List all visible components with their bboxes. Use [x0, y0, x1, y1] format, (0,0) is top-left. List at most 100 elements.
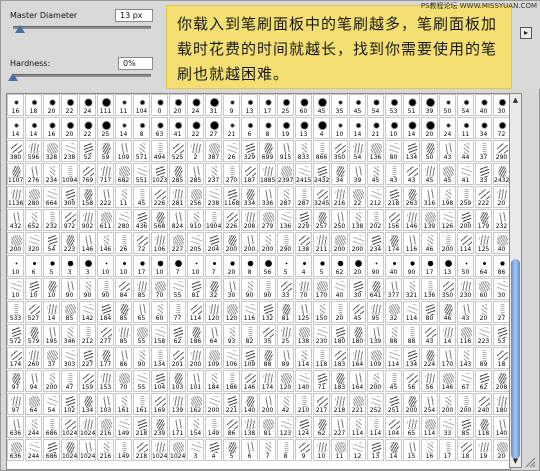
brush-preset[interactable]: 300 [61, 186, 78, 208]
brush-preset[interactable]: 56 [421, 370, 438, 392]
brush-preset[interactable]: 81 [187, 278, 204, 300]
brush-preset[interactable]: 164 [349, 347, 366, 369]
brush-preset[interactable]: 9 [295, 439, 312, 461]
resize-grip-icon[interactable] [524, 456, 536, 468]
brush-preset[interactable]: 44 [457, 140, 474, 162]
brush-preset[interactable]: 143 [457, 347, 474, 369]
brush-preset[interactable]: 62 [313, 416, 330, 438]
brush-preset[interactable]: 290 [277, 232, 294, 254]
brush-preset[interactable]: 60 [475, 278, 492, 300]
brush-preset[interactable]: 17 [133, 255, 150, 277]
brush-preset[interactable]: 114 [457, 232, 474, 254]
brush-preset[interactable]: 97 [7, 393, 24, 415]
brush-preset[interactable]: 11 [115, 94, 132, 116]
brush-preset[interactable]: 114 [385, 347, 402, 369]
brush-preset[interactable]: 380 [7, 140, 24, 162]
brush-preset[interactable]: 134 [151, 347, 168, 369]
brush-preset[interactable]: 85 [133, 278, 150, 300]
brush-preset[interactable]: 171 [169, 416, 186, 438]
brush-preset[interactable]: 120 [205, 301, 222, 323]
brush-preset[interactable]: 186 [223, 370, 240, 392]
brush-preset[interactable]: 10 [7, 255, 24, 277]
brush-preset[interactable]: 8 [241, 255, 258, 277]
brush-preset[interactable]: 257 [313, 209, 330, 231]
brush-preset[interactable]: 525 [169, 140, 186, 162]
brush-preset[interactable]: 24 [187, 94, 204, 116]
brush-preset[interactable]: 34 [331, 163, 348, 185]
brush-preset[interactable]: 17 [421, 255, 438, 277]
brush-preset[interactable]: 89 [475, 347, 492, 369]
brush-preset[interactable]: 533 [7, 301, 24, 323]
brush-preset[interactable]: 162 [187, 393, 204, 415]
brush-preset[interactable]: 686 [43, 439, 60, 461]
brush-preset[interactable]: 200 [403, 393, 420, 415]
brush-preset[interactable]: 579 [25, 324, 42, 346]
brush-preset[interactable]: 52 [79, 140, 96, 162]
brush-preset[interactable]: 276 [25, 163, 42, 185]
brush-preset[interactable]: 350 [331, 140, 348, 162]
brush-preset[interactable]: 186 [187, 324, 204, 346]
brush-preset[interactable]: 1107 [7, 163, 24, 185]
brush-preset[interactable]: 161 [115, 393, 132, 415]
brush-preset[interactable]: 10 [97, 255, 114, 277]
scroll-down-arrow-icon[interactable]: ▼ [511, 456, 520, 466]
brush-preset[interactable]: 1023 [151, 163, 168, 185]
brush-preset[interactable]: 611 [97, 209, 114, 231]
brush-preset[interactable]: 229 [295, 209, 312, 231]
brush-preset[interactable]: 2 [187, 140, 204, 162]
brush-preset[interactable]: 138 [295, 324, 312, 346]
brush-preset[interactable]: 62 [169, 324, 186, 346]
brush-preset[interactable]: 10 [385, 117, 402, 139]
brush-preset[interactable]: 202 [367, 209, 384, 231]
brush-preset[interactable]: 140 [493, 416, 510, 438]
brush-preset[interactable]: 227 [169, 232, 186, 254]
brush-preset[interactable]: 90 [133, 347, 150, 369]
brush-preset[interactable]: 216 [97, 439, 114, 461]
brush-preset[interactable]: 17 [439, 439, 456, 461]
brush-preset[interactable]: 281 [169, 186, 186, 208]
brush-preset[interactable]: 19 [475, 439, 492, 461]
brush-preset[interactable]: 64 [475, 255, 492, 277]
brush-preset[interactable]: 53 [385, 94, 402, 116]
brush-preset[interactable]: 43 [403, 163, 420, 185]
brush-preset[interactable]: 53 [493, 324, 510, 346]
brush-preset[interactable]: 5 [223, 439, 240, 461]
brush-preset[interactable]: 174 [259, 370, 276, 392]
brush-preset[interactable]: 31 [205, 94, 222, 116]
vertical-scrollbar[interactable]: ▲ ▼ [509, 93, 522, 468]
brush-preset[interactable]: 1094 [61, 163, 78, 185]
brush-preset[interactable]: 16 [7, 94, 24, 116]
brush-preset[interactable]: 218 [331, 393, 348, 415]
brush-preset[interactable]: 10 [151, 255, 168, 277]
brush-preset[interactable]: 641 [367, 278, 384, 300]
brush-preset[interactable]: 86 [115, 347, 132, 369]
brush-preset[interactable]: 124 [295, 416, 312, 438]
brush-preset[interactable]: 11 [331, 439, 348, 461]
brush-preset[interactable]: 866 [313, 140, 330, 162]
brush-preset[interactable]: 47 [61, 370, 78, 392]
brush-preset[interactable]: 86 [493, 255, 510, 277]
brush-preset[interactable]: 4 [295, 255, 312, 277]
brush-preset[interactable]: 230 [313, 324, 330, 346]
brush-preset[interactable]: 1904 [205, 209, 222, 231]
brush-preset[interactable]: 51 [403, 94, 420, 116]
brush-preset[interactable]: 10 [7, 278, 24, 300]
brush-preset[interactable]: 146 [79, 232, 96, 254]
brush-preset[interactable]: 9 [223, 94, 240, 116]
brush-preset[interactable]: 1024 [79, 439, 96, 461]
brush-preset[interactable]: 910 [187, 209, 204, 231]
brush-preset[interactable]: 200 [7, 232, 24, 254]
brush-preset[interactable]: 22 [79, 117, 96, 139]
brush-preset[interactable]: 109 [367, 347, 384, 369]
brush-preset[interactable]: 334 [241, 186, 258, 208]
brush-preset[interactable]: 50 [439, 94, 456, 116]
brush-preset[interactable]: 212 [367, 186, 384, 208]
brush-preset[interactable]: 211 [313, 232, 330, 254]
brush-preset[interactable]: 39 [349, 163, 366, 185]
brush-preset[interactable]: 2432 [493, 163, 510, 185]
brush-preset[interactable]: 97 [7, 370, 24, 392]
brush-preset[interactable]: 4 [313, 117, 330, 139]
brush-preset[interactable]: 56 [259, 255, 276, 277]
brush-preset[interactable]: 118 [313, 347, 330, 369]
brush-preset[interactable]: 42 [277, 393, 294, 415]
